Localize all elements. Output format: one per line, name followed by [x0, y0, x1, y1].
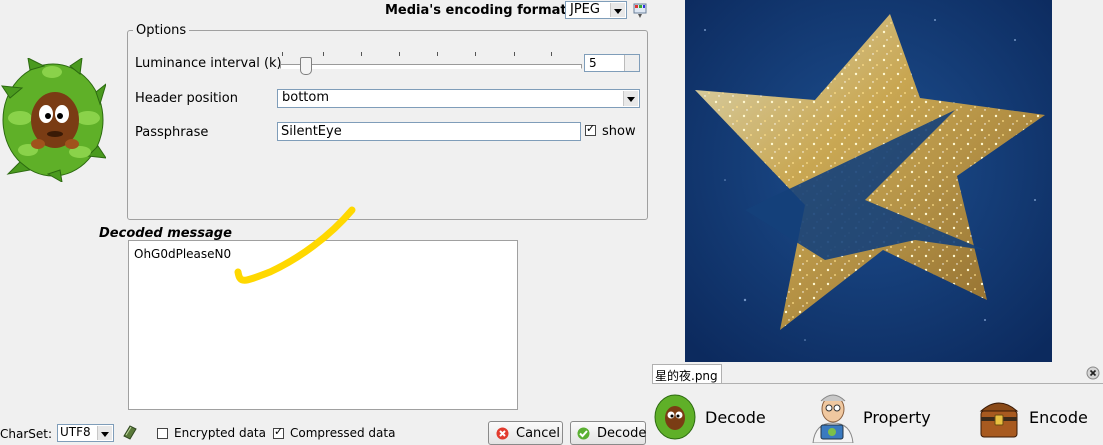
slider-tick: [282, 52, 283, 56]
passphrase-input[interactable]: SilentEye: [277, 122, 581, 141]
luminance-spinbox[interactable]: 5: [584, 54, 640, 72]
decode-mascot-icon: [654, 394, 696, 440]
slider-tick: [475, 52, 476, 56]
passphrase-label: Passphrase: [135, 125, 209, 140]
spin-down-icon[interactable]: [624, 63, 639, 71]
slider-tick: [514, 52, 515, 56]
format-select-value: JPEG: [570, 2, 600, 17]
header-position-value: bottom: [282, 90, 330, 105]
slider-tick: [437, 52, 438, 56]
cancel-button[interactable]: Cancel: [488, 421, 563, 445]
header-position-select[interactable]: bottom: [277, 89, 640, 108]
property-doctor-icon: [812, 394, 854, 443]
show-passphrase-label: show: [602, 124, 636, 139]
encrypted-data-label: Encrypted data: [174, 426, 266, 440]
slider-tick: [399, 52, 400, 56]
chevron-down-icon: [610, 3, 625, 17]
charset-select[interactable]: UTF8: [57, 424, 114, 442]
check-icon: [577, 427, 590, 440]
slider-tick: [361, 52, 362, 56]
encode-action-button[interactable]: Encode: [977, 393, 1097, 441]
format-settings-icon[interactable]: [632, 2, 648, 18]
file-tab-label: 星的夜.png: [655, 369, 718, 383]
decoded-message-title: Decoded message: [99, 226, 232, 241]
luminance-slider-thumb[interactable]: [300, 57, 312, 75]
chevron-down-icon: [97, 426, 112, 440]
format-select[interactable]: JPEG: [565, 1, 627, 19]
passphrase-value: SilentEye: [281, 124, 342, 139]
file-tab[interactable]: 星的夜.png: [652, 364, 722, 384]
luminance-slider-track[interactable]: [280, 64, 582, 69]
decode-action-label: Decode: [705, 408, 766, 427]
silenteye-mascot-logo: [0, 58, 106, 182]
decode-label: Decode: [597, 426, 647, 441]
header-position-label: Header position: [135, 91, 238, 106]
slider-tick: [323, 52, 324, 56]
annotation-checkmark: [234, 206, 356, 284]
encode-action-label: Encode: [1029, 408, 1088, 427]
options-legend: Options: [133, 23, 190, 38]
tab-divider: [652, 383, 1103, 384]
compressed-data-checkbox[interactable]: [273, 425, 284, 439]
decode-dialog: Media's encoding format : JPEG Options L…: [0, 0, 652, 445]
cancel-label: Cancel: [516, 426, 561, 441]
spin-up-icon[interactable]: [624, 55, 639, 63]
close-icon[interactable]: [1086, 366, 1100, 380]
decode-action-button[interactable]: Decode: [654, 393, 774, 441]
charset-value: UTF8: [60, 425, 91, 439]
property-action-label: Property: [863, 408, 931, 427]
encode-chest-icon: [979, 402, 1019, 438]
chevron-down-icon: [623, 91, 638, 106]
luminance-value: 5: [589, 56, 597, 70]
cancel-icon: [496, 427, 509, 440]
charset-label: CharSet:: [0, 427, 53, 441]
image-preview: [685, 0, 1052, 362]
slider-tick: [551, 52, 552, 56]
decode-button[interactable]: Decode: [570, 421, 646, 445]
book-icon[interactable]: [122, 424, 138, 440]
property-action-button[interactable]: Property: [807, 391, 937, 443]
format-label: Media's encoding format :: [385, 3, 577, 18]
encrypted-data-checkbox[interactable]: [157, 428, 168, 439]
decoded-message-text: OhG0dPleaseN0: [134, 247, 232, 261]
show-passphrase-checkbox[interactable]: [585, 122, 596, 136]
luminance-label: Luminance interval (k): [135, 56, 282, 71]
compressed-data-label: Compressed data: [290, 426, 396, 440]
